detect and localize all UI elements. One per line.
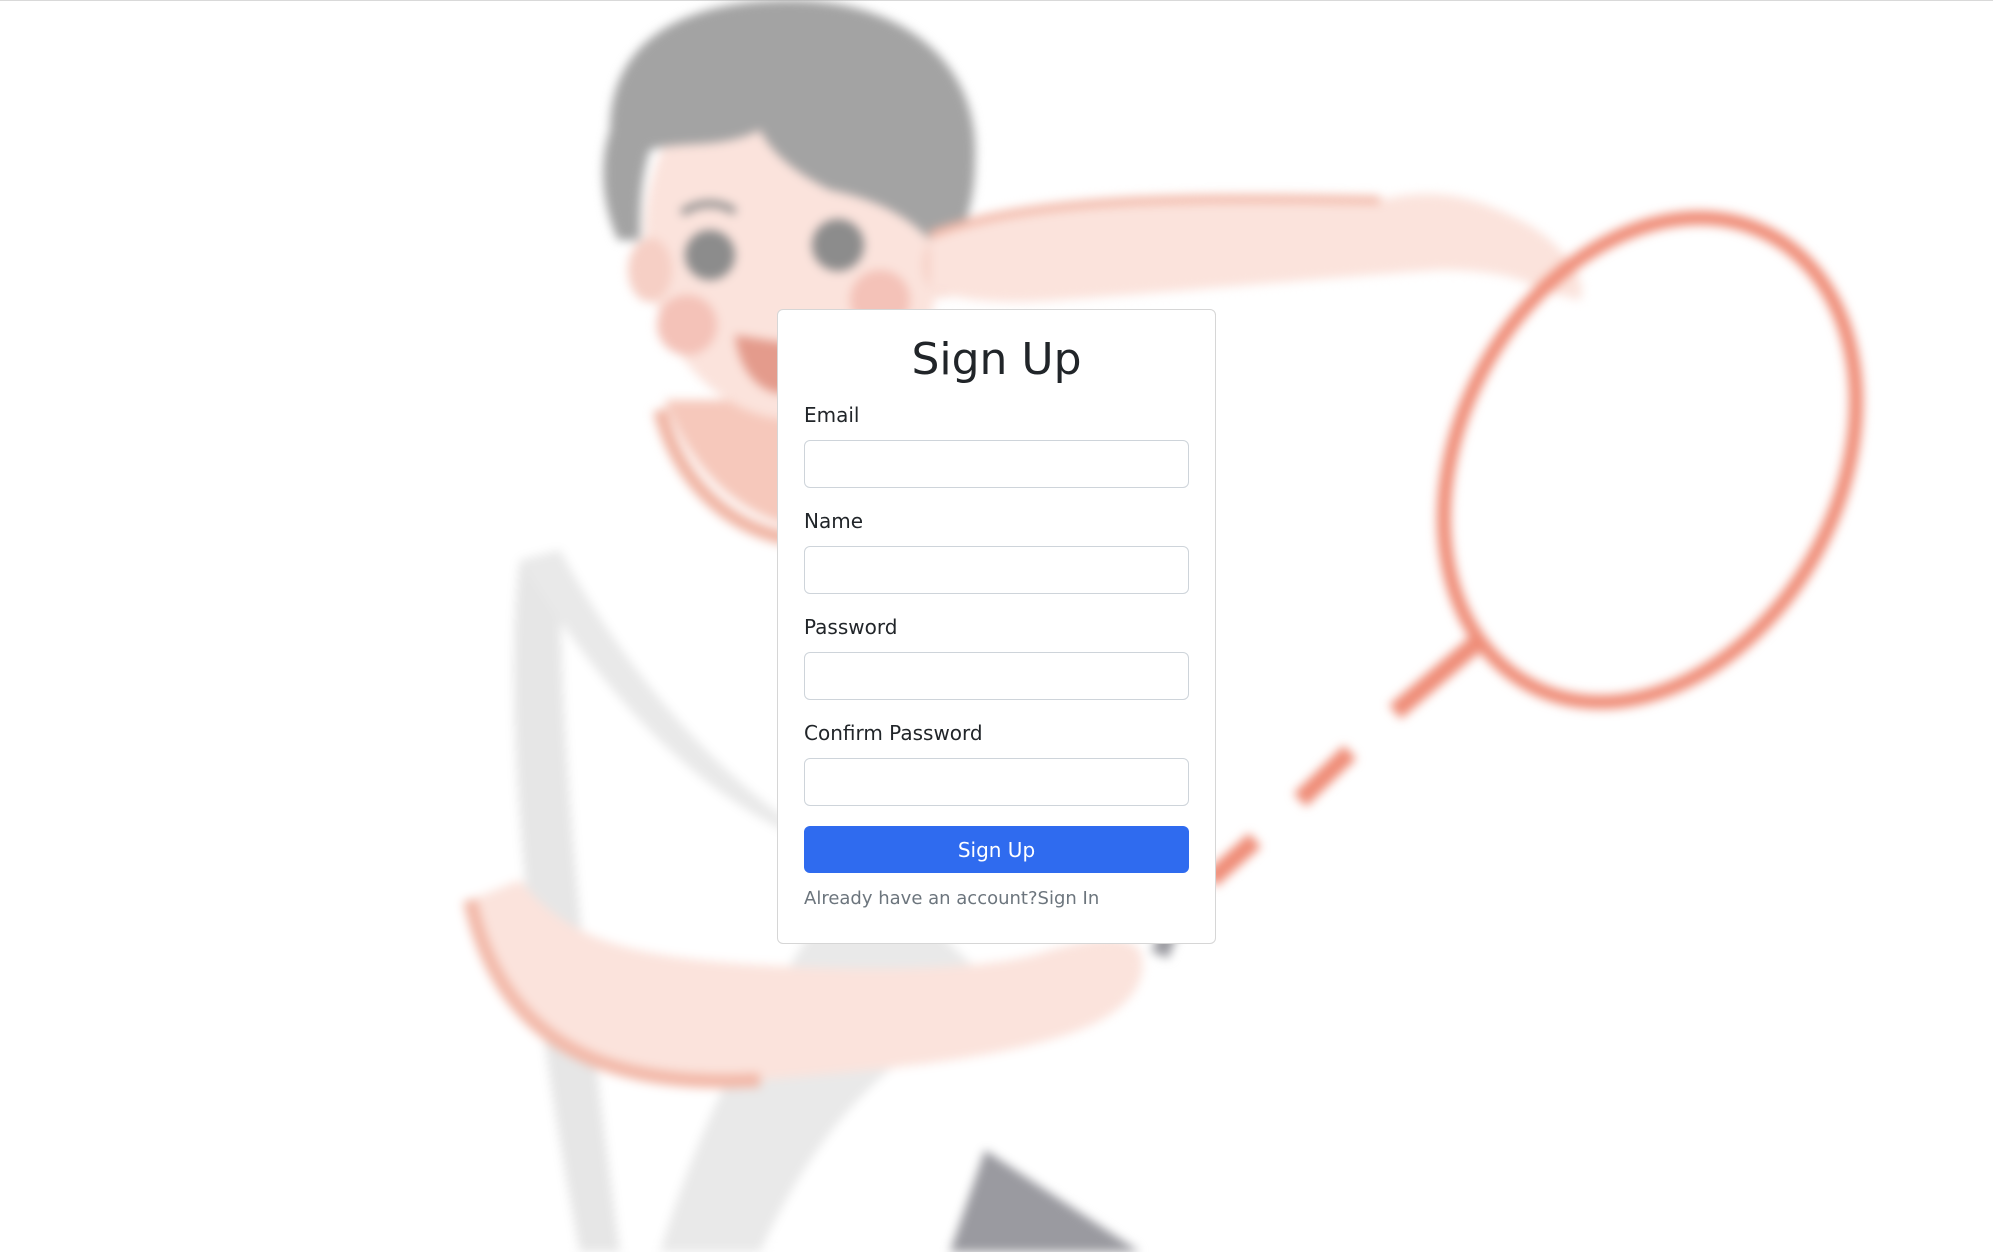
sign-up-button[interactable]: Sign Up (804, 826, 1189, 873)
sign-in-link[interactable]: Sign In (1038, 888, 1100, 909)
name-label: Name (804, 509, 864, 533)
password-field[interactable] (804, 652, 1189, 700)
email-label: Email (804, 403, 860, 427)
page-title: Sign Up (911, 334, 1082, 385)
signup-card: Sign Up Email Name Password Confirm Pass… (777, 309, 1216, 944)
name-field[interactable] (804, 546, 1189, 594)
signin-prompt-line: Already have an account?Sign In (804, 887, 1189, 911)
email-field[interactable] (804, 440, 1189, 488)
confirm-password-field[interactable] (804, 758, 1189, 806)
signin-prompt-text: Already have an account? (804, 888, 1038, 909)
password-label: Password (804, 615, 898, 639)
confirm-password-label: Confirm Password (804, 721, 983, 745)
